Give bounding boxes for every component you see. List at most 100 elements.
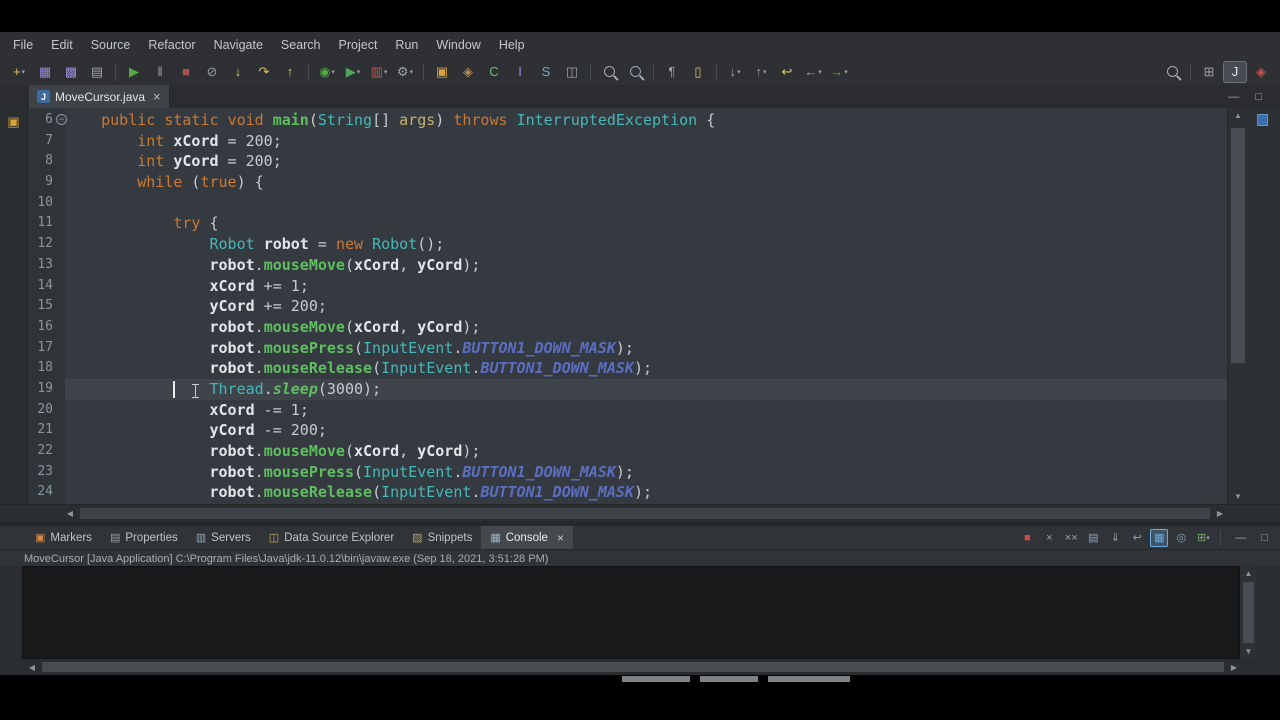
editor-horizontal-scrollbar[interactable]: ◀ ▶ [0, 504, 1280, 522]
code-line-19[interactable]: 19 Thread.sleep(3000); [28, 378, 1228, 400]
open-perspective-icon[interactable]: ⊞ [1197, 61, 1221, 83]
menu-project[interactable]: Project [330, 32, 387, 58]
new-servlet-icon[interactable]: S [534, 61, 558, 83]
console-horizontal-scrollbar[interactable]: ◀ ▶ [0, 659, 1280, 675]
code-text[interactable]: robot.mousePress(InputEvent.BUTTON1_DOWN… [65, 462, 1228, 483]
menu-navigate[interactable]: Navigate [205, 32, 272, 58]
view-tab-markers[interactable]: ▣ Markers [26, 526, 101, 549]
dropdown-arrow-icon[interactable]: ▾ [331, 68, 335, 76]
overview-annotation-marker[interactable] [1257, 114, 1268, 126]
menu-window[interactable]: Window [427, 32, 489, 58]
scroll-left-icon[interactable]: ◀ [24, 659, 40, 676]
maximize-icon[interactable]: □ [1261, 532, 1268, 544]
menu-run[interactable]: Run [386, 32, 427, 58]
code-editor[interactable]: ▣ 6− public static void main(String[] ar… [0, 108, 1280, 504]
dropdown-arrow-icon[interactable]: ▾ [737, 68, 741, 76]
vertical-scroll-thumb[interactable] [1231, 128, 1245, 363]
tab-close-icon[interactable]: × [557, 531, 564, 545]
print-icon[interactable]: ▤ [85, 61, 109, 83]
code-line-20[interactable]: 20 xCord -= 1; [28, 400, 1228, 421]
new-wizard-icon[interactable]: + ▾ [7, 61, 31, 83]
menu-source[interactable]: Source [82, 32, 140, 58]
clear-console-icon[interactable]: ▤ [1084, 529, 1102, 547]
show-whitespace-icon[interactable]: ¶ [660, 61, 684, 83]
run-resume-icon[interactable]: ▶ [122, 61, 146, 83]
code-text[interactable]: robot.mouseMove(xCord, yCord); [65, 255, 1228, 276]
open-task-icon[interactable]: ◫ [560, 61, 584, 83]
horizontal-scroll-thumb[interactable] [42, 662, 1224, 672]
dropdown-arrow-icon[interactable]: ▾ [844, 68, 848, 76]
view-tab-console[interactable]: ▦ Console × [481, 526, 573, 549]
code-text[interactable]: while (true) { [65, 172, 1228, 193]
console-vertical-scrollbar[interactable]: ▲ ▼ [1240, 566, 1257, 659]
scroll-down-icon[interactable]: ▼ [1228, 489, 1248, 504]
scroll-left-icon[interactable]: ◀ [62, 505, 78, 522]
scroll-right-icon[interactable]: ▶ [1212, 505, 1228, 522]
remove-launch-icon[interactable]: × [1040, 529, 1058, 547]
menu-file[interactable]: File [4, 32, 42, 58]
code-line-6[interactable]: 6− public static void main(String[] args… [28, 110, 1228, 131]
code-line-18[interactable]: 18 robot.mouseRelease(InputEvent.BUTTON1… [28, 358, 1228, 379]
dropdown-arrow-icon[interactable]: ▾ [22, 68, 26, 76]
code-text[interactable]: yCord += 200; [65, 296, 1228, 317]
code-line-17[interactable]: 17 robot.mousePress(InputEvent.BUTTON1_D… [28, 338, 1228, 359]
code-text[interactable]: public static void main(String[] args) t… [65, 110, 1228, 131]
code-text[interactable] [65, 193, 1228, 214]
dropdown-arrow-icon[interactable]: ▾ [410, 68, 414, 76]
code-text[interactable]: xCord += 1; [65, 276, 1228, 297]
menu-refactor[interactable]: Refactor [139, 32, 204, 58]
dropdown-arrow-icon[interactable]: ▾ [763, 68, 767, 76]
code-text[interactable]: try { [65, 213, 1228, 234]
scroll-up-icon[interactable]: ▲ [1240, 566, 1257, 581]
code-line-8[interactable]: 8 int yCord = 200; [28, 151, 1228, 172]
open-console-icon[interactable]: ⊞ ▾ [1194, 529, 1212, 547]
new-interface-icon[interactable]: I [508, 61, 532, 83]
code-line-13[interactable]: 13 robot.mouseMove(xCord, yCord); [28, 255, 1228, 276]
scroll-down-icon[interactable]: ▼ [1240, 644, 1257, 659]
disconnect-icon[interactable]: ⊘ [200, 61, 224, 83]
step-into-icon[interactable]: ↓ [226, 61, 250, 83]
tab-close-icon[interactable]: × [153, 89, 161, 104]
code-text[interactable]: int yCord = 200; [65, 151, 1228, 172]
pin-console-icon[interactable]: ◎ [1172, 529, 1190, 547]
menu-search[interactable]: Search [272, 32, 330, 58]
step-over-icon[interactable]: ↷ [252, 61, 276, 83]
mark-occurrences-icon[interactable]: ▯ [686, 61, 710, 83]
code-line-24[interactable]: 24 robot.mouseRelease(InputEvent.BUTTON1… [28, 482, 1228, 503]
minimize-icon[interactable]: — [1235, 532, 1246, 544]
view-tab-snippets[interactable]: ▨ Snippets [403, 526, 481, 549]
horizontal-scroll-thumb[interactable] [80, 508, 1210, 519]
code-text[interactable]: xCord -= 1; [65, 400, 1228, 421]
word-wrap-icon[interactable]: ↩ [1128, 529, 1146, 547]
overview-ruler[interactable] [1248, 108, 1280, 504]
scroll-right-icon[interactable]: ▶ [1226, 659, 1242, 676]
open-type-icon[interactable] [623, 61, 647, 83]
quick-search-icon[interactable] [1160, 61, 1184, 83]
code-line-9[interactable]: 9 while (true) { [28, 172, 1228, 193]
debug-icon[interactable]: ◉ ▾ [315, 61, 339, 83]
console-output-area[interactable] [22, 566, 1240, 659]
fold-collapse-icon[interactable]: − [56, 114, 67, 125]
view-tab-data-source-explorer[interactable]: ◫ Data Source Explorer [260, 526, 403, 549]
code-text[interactable]: robot.mouseMove(xCord, yCord); [65, 441, 1228, 462]
search-icon[interactable] [597, 61, 621, 83]
code-text[interactable]: robot.mouseRelease(InputEvent.BUTTON1_DO… [65, 358, 1228, 379]
code-line-16[interactable]: 16 robot.mouseMove(xCord, yCord); [28, 317, 1228, 338]
run-icon[interactable]: ▶ ▾ [341, 61, 365, 83]
next-annotation-icon[interactable]: ↓ ▾ [723, 61, 747, 83]
new-java-package-icon[interactable]: ◈ [456, 61, 480, 83]
code-line-22[interactable]: 22 robot.mouseMove(xCord, yCord); [28, 441, 1228, 462]
view-tab-servers[interactable]: ▥ Servers [187, 526, 260, 549]
minimized-view-icon[interactable]: ▣ [7, 114, 19, 130]
step-return-icon[interactable]: ↑ [278, 61, 302, 83]
minimize-icon[interactable]: — [1228, 91, 1239, 103]
code-text[interactable]: Thread.sleep(3000); [65, 378, 1228, 400]
view-tab-properties[interactable]: ▤ Properties [101, 526, 187, 549]
save-icon[interactable]: ▦ [33, 61, 57, 83]
java-perspective-icon[interactable]: ◈ [1249, 61, 1273, 83]
new-java-project-icon[interactable]: ▣ [430, 61, 454, 83]
editor-tab-movecursor[interactable]: J MoveCursor.java × [29, 85, 170, 108]
pause-icon[interactable]: ‖ [148, 61, 172, 83]
code-line-10[interactable]: 10 [28, 193, 1228, 214]
terminate-icon[interactable]: ■ [174, 61, 198, 83]
